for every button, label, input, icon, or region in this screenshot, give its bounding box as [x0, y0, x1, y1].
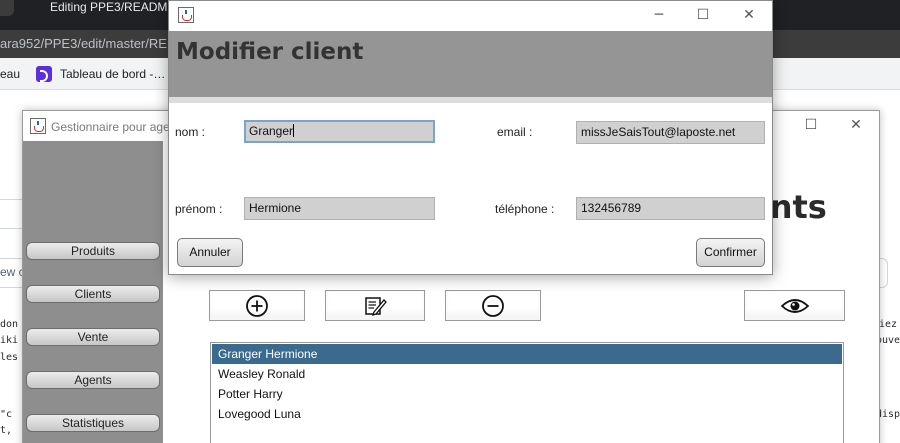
dialog-separator: [169, 97, 772, 103]
nom-label: nom :: [175, 125, 206, 139]
minus-circle-icon: [482, 294, 504, 317]
add-client-button[interactable]: [209, 290, 305, 321]
sidebar-button-statistiques[interactable]: Statistiques: [26, 414, 160, 432]
browser-tab[interactable]: Editing PPE3/READMD: [28, 0, 173, 30]
github-text-fragment: iki: [0, 335, 19, 346]
email-field[interactable]: missJeSaisTout@laposte.net: [576, 121, 765, 144]
eye-icon: [780, 298, 809, 313]
close-icon[interactable]: ✕: [846, 115, 866, 135]
minimize-icon[interactable]: ─: [649, 5, 669, 25]
view-client-button[interactable]: [744, 290, 845, 321]
modifier-client-dialog: ─ ☐ ✕ Modifier client nom : Granger emai…: [168, 0, 773, 275]
nom-field[interactable]: Granger: [244, 120, 435, 143]
dialog-header: Modifier client: [169, 31, 772, 97]
client-list[interactable]: Granger Hermione Weasley Ronald Potter H…: [210, 342, 844, 443]
github-text-fragment: ew c: [0, 265, 25, 279]
sidebar-button-agents[interactable]: Agents: [26, 371, 160, 389]
email-label: email :: [497, 125, 533, 139]
telephone-field[interactable]: 132456789: [576, 197, 765, 220]
edit-note-icon: [365, 296, 387, 316]
bookmark-icon[interactable]: [36, 66, 52, 82]
text-caret: [293, 124, 295, 137]
dialog-title: Modifier client: [176, 39, 364, 65]
java-icon: [30, 118, 46, 134]
github-text-fragment: les: [0, 352, 19, 363]
plus-circle-icon: [246, 294, 268, 317]
prenom-label: prénom :: [175, 202, 223, 216]
java-icon: [178, 7, 194, 23]
browser-tab-fragment[interactable]: [0, 0, 14, 16]
gestionnaire-sidebar: Produits Clients Vente Agents Statistiqu…: [23, 141, 163, 443]
client-list-item[interactable]: Lovegood Luna: [212, 404, 842, 424]
remove-client-button[interactable]: [445, 290, 541, 321]
browser-url[interactable]: ara952/PPE3/edit/master/RE: [0, 36, 167, 51]
bookmark-item[interactable]: Tableau de bord -…: [60, 67, 165, 81]
sidebar-button-clients[interactable]: Clients: [26, 285, 160, 303]
gestionnaire-title: Gestionnaire pour age: [51, 120, 170, 134]
telephone-label: téléphone :: [495, 202, 555, 216]
edit-client-button[interactable]: [325, 290, 425, 321]
github-text-fragment: don: [0, 319, 19, 330]
client-list-item[interactable]: Weasley Ronald: [212, 364, 842, 384]
confirm-button[interactable]: Confirmer: [696, 238, 765, 267]
sidebar-button-produits[interactable]: Produits: [26, 242, 160, 260]
prenom-field[interactable]: Hermione: [244, 197, 435, 220]
dialog-titlebar[interactable]: ─ ☐ ✕: [169, 1, 772, 31]
nom-value: Granger: [249, 124, 294, 138]
github-text-fragment: iez: [879, 319, 898, 330]
github-text-fragment: t,: [0, 425, 13, 436]
maximize-icon[interactable]: ☐: [801, 115, 821, 135]
browser-tab-title: Editing PPE3/READMD: [50, 0, 173, 14]
client-list-item[interactable]: Granger Hermione: [212, 344, 842, 364]
sidebar-button-vente[interactable]: Vente: [26, 328, 160, 346]
cancel-button[interactable]: Annuler: [177, 238, 243, 267]
maximize-icon[interactable]: ☐: [693, 5, 713, 25]
bookmark-item[interactable]: eau: [0, 67, 20, 81]
close-icon[interactable]: ✕: [739, 5, 759, 25]
client-list-item[interactable]: Potter Harry: [212, 384, 842, 404]
github-text-fragment: "c: [0, 409, 13, 420]
